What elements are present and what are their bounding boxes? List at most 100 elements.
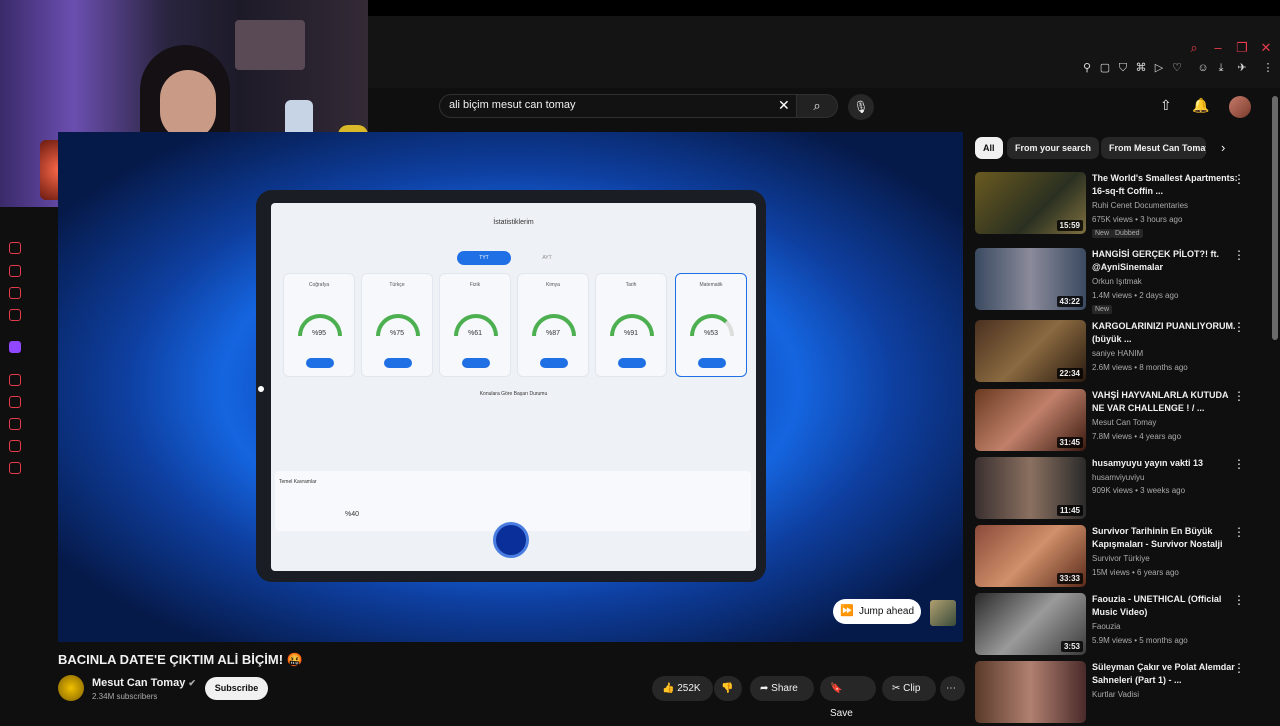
chip-all[interactable]: All <box>975 137 1003 159</box>
subscribe-button[interactable]: Subscribe <box>205 677 268 700</box>
duration: 15:59 <box>1056 220 1083 231</box>
video-thumbnail[interactable]: 31:45 <box>975 389 1086 451</box>
basics-value: %40 <box>345 511 360 518</box>
scissors-icon: ✂ <box>892 683 901 694</box>
twitch-icon[interactable] <box>9 341 21 353</box>
sidebar-icon-9[interactable] <box>9 440 21 452</box>
search-query[interactable]: ali biçim mesut can tomay <box>449 99 576 111</box>
channel-name-text[interactable]: Mesut Can Tomay <box>92 677 185 689</box>
search-window-icon[interactable]: ⌕ <box>1186 40 1202 56</box>
kebab-menu-icon[interactable]: ⋮ <box>1233 593 1245 607</box>
video-title[interactable]: KARGOLARINIZI PUANLIYORUM. (büyük ... <box>1092 320 1242 345</box>
recommended-video[interactable]: Süleyman Çakır ve Polat Alemdar Sahneler… <box>975 661 1265 723</box>
dislike-button[interactable]: 👎 <box>714 676 742 701</box>
translate-icon[interactable]: ⌘ <box>1135 62 1147 74</box>
minimize-icon[interactable]: – <box>1210 40 1226 56</box>
channel-name[interactable]: Faouzia <box>1092 622 1120 631</box>
kebab-menu-icon[interactable]: ⋮ <box>1233 457 1245 471</box>
clock-icon[interactable] <box>9 418 21 430</box>
clip-button[interactable]: ✂ Clip <box>882 676 936 701</box>
video-thumbnail[interactable]: 22:34 <box>975 320 1086 382</box>
clear-search-icon[interactable]: ✕ <box>778 97 790 114</box>
channel-name[interactable]: husamviyuviyu <box>1092 473 1144 482</box>
duration: 43:22 <box>1056 296 1083 307</box>
video-thumbnail[interactable]: 3:53 <box>975 593 1086 655</box>
channel-name[interactable]: Survivor Türkiye <box>1092 554 1150 563</box>
video-thumbnail[interactable]: 11:45 <box>975 457 1086 519</box>
badge-dubbed: Dubbed <box>1112 229 1143 238</box>
sidebar-icon-4[interactable] <box>9 309 21 321</box>
channel-avatar[interactable] <box>58 675 84 701</box>
ai-icon[interactable]: ✈ <box>1236 62 1248 74</box>
next-thumbnail[interactable] <box>930 600 956 626</box>
recommended-video[interactable]: 15:59 The World's Smallest Apartments: 1… <box>975 172 1265 238</box>
sidebar-icon-1[interactable] <box>9 242 21 254</box>
recommended-video[interactable]: 43:22 HANGİSİ GERÇEK PİLOT?! ft. @AyniSi… <box>975 248 1265 314</box>
duration: 11:45 <box>1056 505 1083 516</box>
recommended-video[interactable]: 11:45 husamyuyu yayın vakti 13 husamviyu… <box>975 457 1265 521</box>
kebab-menu-icon[interactable]: ⋮ <box>1233 389 1245 403</box>
kebab-menu-icon[interactable]: ⋮ <box>1233 320 1245 334</box>
shield-icon[interactable]: ⛉ <box>1117 62 1129 74</box>
recommended-video[interactable]: 22:34 KARGOLARINIZI PUANLIYORUM. (büyük … <box>975 320 1265 384</box>
recommended-video[interactable]: 3:53 Faouzia - UNETHICAL (Official Music… <box>975 593 1265 657</box>
bell-icon[interactable]: 🔔 <box>1192 97 1209 114</box>
chip-from-search[interactable]: From your search <box>1007 137 1100 159</box>
channel-name[interactable]: saniye HANIM <box>1092 349 1143 358</box>
voice-search-button[interactable]: 🎙 <box>848 94 874 120</box>
channel-name[interactable]: Orkun Işıtmak <box>1092 277 1142 286</box>
video-thumbnail[interactable] <box>975 661 1086 723</box>
video-title[interactable]: Faouzia - UNETHICAL (Official Music Vide… <box>1092 593 1242 618</box>
sidebar-icon-3[interactable] <box>9 287 21 299</box>
like-button[interactable]: 👍 252K <box>652 676 713 701</box>
video-thumbnail[interactable]: 43:22 <box>975 248 1086 310</box>
video-title[interactable]: Süleyman Çakır ve Polat Alemdar Sahneler… <box>1092 661 1242 686</box>
chevron-right-icon[interactable]: › <box>1221 140 1225 155</box>
video-title[interactable]: HANGİSİ GERÇEK PİLOT?! ft. @AyniSinemala… <box>1092 248 1242 273</box>
upload-icon[interactable]: ⇧ <box>1160 97 1172 114</box>
channel-name[interactable]: Ruhi Cenet Documentaries <box>1092 201 1188 210</box>
card-subject: Matematik <box>699 282 723 288</box>
more-actions-button[interactable]: ⋯ <box>940 676 965 701</box>
video-title[interactable]: The World's Smallest Apartments: 16-sq-f… <box>1092 172 1242 197</box>
thumbs-down-icon: 👎 <box>721 683 734 694</box>
more-icon[interactable]: ⋮ <box>1262 62 1274 74</box>
save-button[interactable]: 🔖 Save <box>820 676 876 719</box>
recommended-video[interactable]: 31:45 VAHŞİ HAYVANLARLA KUTUDA NE VAR CH… <box>975 389 1265 453</box>
account-avatar[interactable] <box>1229 96 1251 118</box>
chip-from-channel[interactable]: From Mesut Can Tomay <box>1101 137 1206 159</box>
sidebar-icon-7[interactable] <box>9 396 21 408</box>
subscriber-count: 2.34M subscribers <box>92 692 158 701</box>
save-label: Save <box>830 708 853 719</box>
video-thumbnail[interactable]: 15:59 <box>975 172 1086 234</box>
scrollbar[interactable] <box>1272 96 1278 340</box>
close-icon[interactable]: ✕ <box>1258 40 1274 56</box>
heart-icon[interactable]: ♡ <box>1171 62 1183 74</box>
share-button[interactable]: ➦ Share <box>750 676 814 701</box>
video-title[interactable]: VAHŞİ HAYVANLARLA KUTUDA NE VAR CHALLENG… <box>1092 389 1242 414</box>
video-title: BACINLA DATE'E ÇIKTIM ALİ BİÇİM! 🤬 <box>58 652 303 667</box>
tab-tyt: TYT <box>457 251 511 265</box>
recommended-video[interactable]: 33:33 Survivor Tarihinin En Büyük Kapışm… <box>975 525 1265 589</box>
channel-name[interactable]: Mesut Can Tomay ✔ <box>92 677 196 689</box>
pin-icon[interactable]: ⚲ <box>1081 62 1093 74</box>
card-value: %61 <box>467 330 482 337</box>
kebab-menu-icon[interactable]: ⋮ <box>1233 525 1245 539</box>
channel-name[interactable]: Kurtlar Vadisi <box>1092 690 1139 699</box>
kebab-menu-icon[interactable]: ⋮ <box>1233 661 1245 675</box>
settings-icon[interactable] <box>9 462 21 474</box>
download-icon[interactable]: ⤓ <box>1215 62 1227 74</box>
channel-name[interactable]: Mesut Can Tomay <box>1092 418 1156 427</box>
sidebar-icon-6[interactable] <box>9 374 21 386</box>
kebab-menu-icon[interactable]: ⋮ <box>1233 248 1245 262</box>
video-title[interactable]: Survivor Tarihinin En Büyük Kapışmaları … <box>1092 525 1242 550</box>
restore-icon[interactable]: ❐ <box>1234 40 1250 56</box>
search-button[interactable]: ⌕ <box>796 94 838 118</box>
screenshot-icon[interactable]: ▢ <box>1099 62 1111 74</box>
play-icon[interactable]: ▷ <box>1153 62 1165 74</box>
video-title[interactable]: husamyuyu yayın vakti 13 <box>1092 457 1242 470</box>
video-thumbnail[interactable]: 33:33 <box>975 525 1086 587</box>
profile-icon[interactable]: ☺ <box>1197 62 1209 74</box>
sidebar-icon-2[interactable] <box>9 265 21 277</box>
kebab-menu-icon[interactable]: ⋮ <box>1233 172 1245 186</box>
